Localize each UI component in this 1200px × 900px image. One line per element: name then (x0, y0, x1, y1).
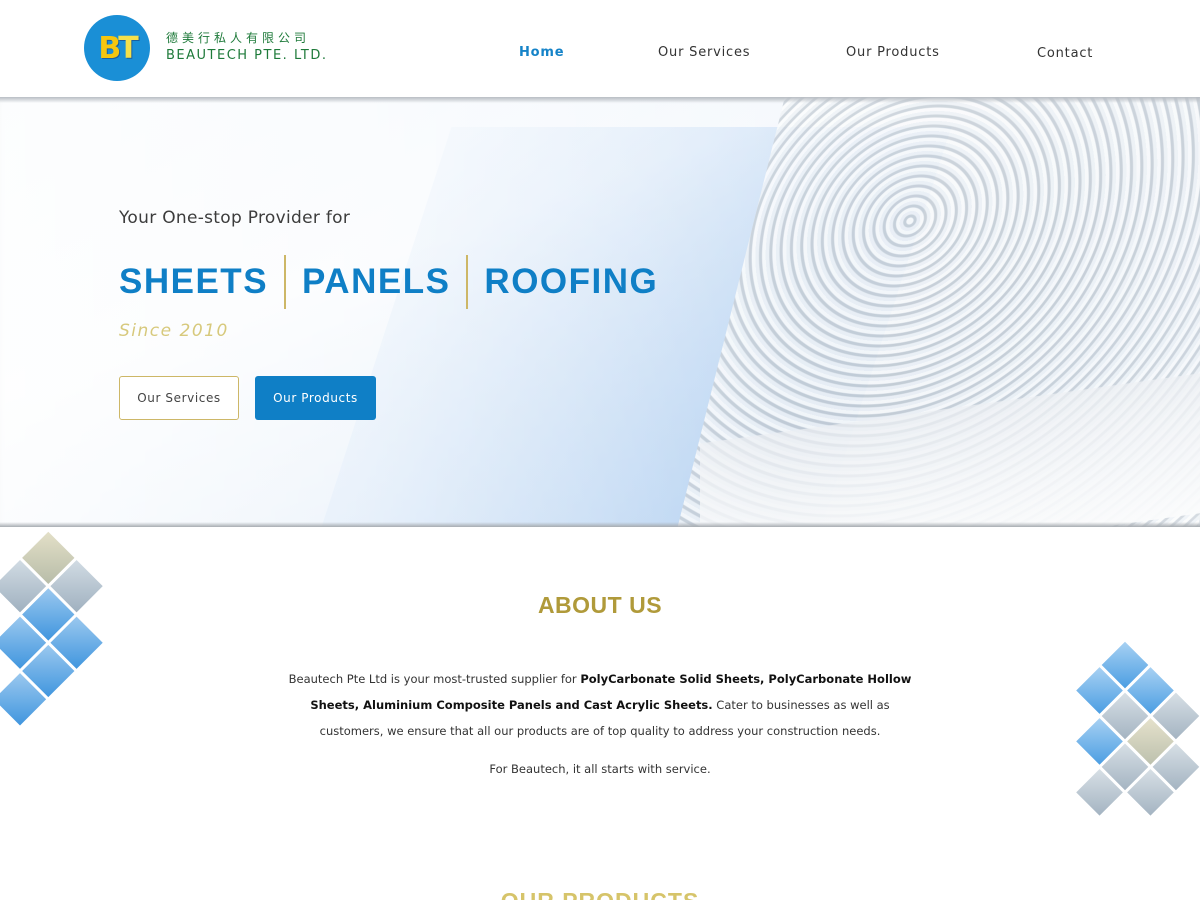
our-products-button[interactable]: Our Products (255, 376, 376, 420)
logo-letter-b: B (98, 30, 121, 66)
hero-background-haze (0, 97, 1200, 527)
hero-bottom-shadow (0, 522, 1200, 527)
hero-tagline: Your One-stop Provider for (119, 208, 351, 228)
nav-home[interactable]: Home (519, 45, 564, 60)
about-text-intro: Beautech Pte Ltd is your most-trusted su… (288, 672, 581, 686)
company-english-name[interactable]: BEAUTECH PTE. LTD. (166, 48, 327, 63)
decorative-tiles-right (1074, 640, 1200, 818)
hero-headline: SHEETS PANELS ROOFING (119, 255, 658, 309)
decorative-tiles-left (0, 530, 105, 727)
headline-panels: PANELS (302, 262, 451, 301)
hero-banner (0, 97, 1200, 527)
our-services-button[interactable]: Our Services (119, 376, 239, 420)
about-us-paragraph: Beautech Pte Ltd is your most-trusted su… (285, 666, 915, 744)
logo-letter-t: T (118, 30, 139, 66)
nav-contact[interactable]: Contact (1037, 46, 1093, 61)
headline-sheets: SHEETS (119, 262, 269, 301)
headline-divider (466, 255, 469, 309)
about-us-tagline: For Beautech, it all starts with service… (489, 762, 711, 776)
hero-since: Since 2010 (119, 321, 229, 341)
headline-roofing: ROOFING (484, 262, 659, 301)
hero-top-shadow (0, 97, 1200, 103)
logo-icon[interactable]: B T (84, 15, 150, 81)
about-us-title: ABOUT US (537, 592, 663, 618)
company-chinese-name: 德美行私人有限公司 (166, 31, 311, 45)
our-products-section-title: OUR PRODUCTS (0, 888, 1200, 900)
site-header: B T 德美行私人有限公司 BEAUTECH PTE. LTD. Home Ou… (0, 0, 1200, 97)
nav-our-products[interactable]: Our Products (846, 45, 940, 60)
headline-divider (284, 255, 287, 309)
nav-our-services[interactable]: Our Services (658, 45, 750, 60)
